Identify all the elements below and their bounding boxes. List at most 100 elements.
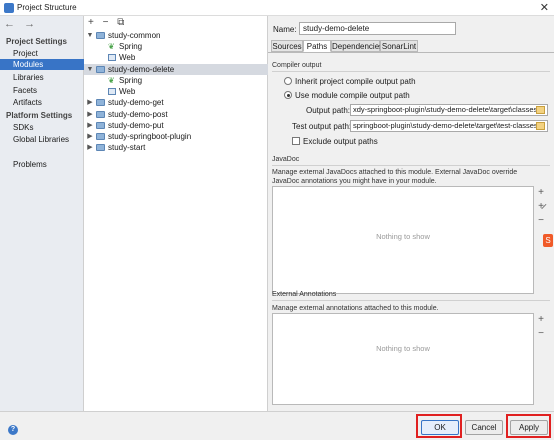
add-url-icon[interactable]: +̷: [534, 200, 548, 214]
sidebar-item-sdks[interactable]: SDKs: [0, 122, 84, 133]
folder-browse-icon[interactable]: [536, 122, 545, 130]
module-tree-panel: + − ⧉ ▼ study-common ❦ Spring Web ▼ stud…: [84, 16, 268, 411]
tree-row[interactable]: ▶ study-start: [84, 142, 268, 153]
tree-row[interactable]: ▼ study-demo-delete: [84, 64, 268, 75]
sidebar-item-modules[interactable]: Modules: [0, 59, 84, 70]
spring-leaf-icon: ❦: [108, 42, 115, 51]
spring-leaf-icon: ❦: [108, 76, 115, 85]
annotations-actions: + −: [534, 313, 548, 341]
tab-sonarlint[interactable]: SonarLint: [380, 40, 418, 52]
chevron-right-icon[interactable]: ▶: [86, 109, 94, 120]
title-bar: Project Structure ✕: [0, 0, 554, 16]
test-output-path-field[interactable]: springboot-plugin\study-demo-delete\targ…: [350, 120, 548, 132]
inherit-output-label: Inherit project compile output path: [295, 77, 416, 86]
chevron-down-icon[interactable]: ▼: [86, 30, 94, 41]
module-folder-icon: [96, 99, 105, 106]
test-output-path-label: Test output path:: [292, 122, 352, 131]
tree-row[interactable]: ▶ study-demo-put: [84, 120, 268, 131]
external-annotations-description: Manage external annotations attached to …: [272, 305, 439, 312]
tree-row[interactable]: Web: [84, 86, 268, 97]
help-icon[interactable]: ?: [8, 425, 18, 435]
tree-row-label: Spring: [119, 42, 143, 51]
sidebar-item-facets[interactable]: Facets: [0, 85, 84, 96]
module-folder-icon: [96, 111, 105, 118]
close-icon[interactable]: ✕: [540, 1, 549, 14]
tree-row-label: study-demo-post: [108, 110, 168, 119]
output-path-value: xdy-springboot-plugin\study-demo-delete\…: [353, 105, 538, 114]
tree-row-label: study-demo-delete: [108, 65, 175, 74]
inherit-output-radio[interactable]: [284, 77, 292, 85]
exclude-output-checkbox[interactable]: [292, 137, 300, 145]
sidebar-item-problems[interactable]: Problems: [0, 159, 84, 170]
cancel-button[interactable]: Cancel: [465, 420, 503, 435]
sonar-badge-icon[interactable]: S: [543, 234, 553, 247]
add-icon[interactable]: +: [534, 313, 548, 327]
tree-row-label: study-common: [108, 31, 161, 40]
settings-sidebar: ← → Project Settings Project Modules Lib…: [0, 16, 84, 411]
remove-icon[interactable]: −: [534, 214, 548, 228]
module-output-label: Use module compile output path: [295, 91, 410, 100]
module-folder-icon: [96, 133, 105, 140]
chevron-right-icon[interactable]: ▶: [86, 142, 94, 153]
dialog-footer: ? OK Cancel Apply: [0, 411, 554, 440]
module-folder-icon: [96, 32, 105, 39]
tab-paths[interactable]: Paths: [303, 40, 331, 52]
tree-row-label: Web: [119, 53, 136, 62]
tab-dependencies[interactable]: Dependencies: [331, 40, 383, 52]
compiler-output-heading: Compiler output: [272, 62, 322, 69]
module-name-field[interactable]: study-demo-delete: [299, 22, 456, 35]
tree-row[interactable]: ▶ study-demo-post: [84, 109, 268, 120]
tree-row[interactable]: ❦ Spring: [84, 41, 268, 52]
remove-icon[interactable]: −: [103, 17, 109, 28]
tab-sources[interactable]: Sources: [271, 40, 303, 52]
output-path-label: Output path:: [306, 106, 351, 115]
web-icon: [108, 54, 116, 61]
tree-row-label: Spring: [119, 76, 143, 85]
name-label: Name:: [273, 25, 297, 34]
tree-row-label: study-start: [108, 143, 146, 152]
javadoc-heading: JavaDoc: [272, 156, 300, 163]
javadoc-empty-text: Nothing to show: [376, 232, 430, 241]
sidebar-item-global-libraries[interactable]: Global Libraries: [0, 134, 84, 145]
add-icon[interactable]: +: [534, 186, 548, 200]
tree-row[interactable]: ❦ Spring: [84, 75, 268, 86]
tree-row[interactable]: ▶ study-springboot-plugin: [84, 131, 268, 142]
add-icon[interactable]: +: [88, 17, 94, 28]
javadoc-actions: + +̷ −: [534, 186, 548, 228]
output-path-field[interactable]: xdy-springboot-plugin\study-demo-delete\…: [350, 104, 548, 116]
test-output-path-value: springboot-plugin\study-demo-delete\targ…: [353, 121, 538, 130]
exclude-output-label: Exclude output paths: [303, 137, 378, 146]
chevron-right-icon[interactable]: ▶: [86, 97, 94, 108]
external-annotations-list[interactable]: Nothing to show: [272, 313, 534, 405]
sidebar-item-project[interactable]: Project: [0, 48, 84, 59]
chevron-down-icon[interactable]: ▼: [86, 64, 94, 75]
tree-row-label: study-demo-get: [108, 98, 164, 107]
javadoc-list[interactable]: Nothing to show: [272, 186, 534, 294]
copy-icon[interactable]: ⧉: [117, 17, 124, 28]
module-folder-icon: [96, 66, 105, 73]
chevron-right-icon[interactable]: ▶: [86, 131, 94, 142]
sidebar-item-libraries[interactable]: Libraries: [0, 72, 84, 83]
ok-highlight-box: [416, 414, 462, 438]
module-output-radio[interactable]: [284, 91, 292, 99]
apply-highlight-box: [506, 414, 551, 438]
remove-icon[interactable]: −: [534, 327, 548, 341]
divider: [272, 165, 550, 166]
sidebar-item-artifacts[interactable]: Artifacts: [0, 97, 84, 108]
tree-row[interactable]: Web: [84, 52, 268, 63]
external-annotations-heading: External Annotations: [272, 291, 337, 298]
tree-row[interactable]: ▶ study-demo-get: [84, 97, 268, 108]
back-arrow-icon[interactable]: ←: [4, 18, 15, 30]
module-details: Name: study-demo-delete Sources Paths De…: [268, 16, 554, 411]
annotations-empty-text: Nothing to show: [376, 344, 430, 353]
app-icon: [4, 3, 14, 13]
divider: [272, 300, 550, 301]
chevron-right-icon[interactable]: ▶: [86, 120, 94, 131]
forward-arrow-icon[interactable]: →: [24, 18, 35, 30]
module-folder-icon: [96, 122, 105, 129]
divider: [272, 71, 550, 72]
tree-row[interactable]: ▼ study-common: [84, 30, 268, 41]
project-settings-heading: Project Settings: [6, 37, 67, 46]
platform-settings-heading: Platform Settings: [6, 111, 73, 120]
folder-browse-icon[interactable]: [536, 106, 545, 114]
